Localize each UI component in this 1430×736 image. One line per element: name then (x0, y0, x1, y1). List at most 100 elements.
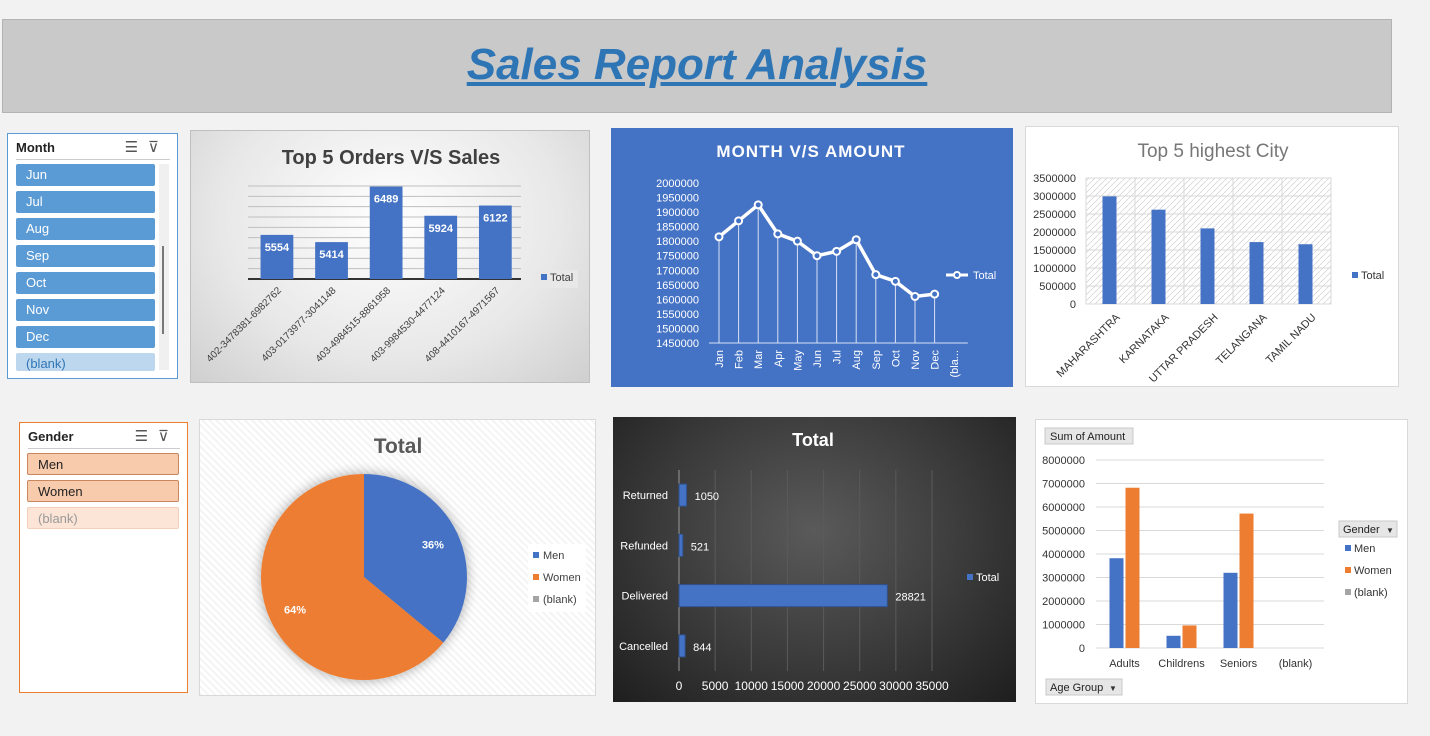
data-point (871, 270, 881, 280)
top5-city-svg: Top 5 highest City 3500000 3000000 2500000 2… (1033, 141, 1384, 385)
y-tick-label: 2000000 (1033, 227, 1076, 239)
x-tick-label: May (792, 350, 804, 371)
month-slicer-header: Month (16, 140, 55, 155)
status-bar-chart: Total 0 5000 10000 15000 20000 25000 30000 35000… (613, 417, 1016, 702)
gender-pie-chart: Total 36% 64% Men Women (blank) (199, 419, 596, 696)
x-tick-label: 10000 (735, 679, 769, 693)
slicer-divider (16, 159, 170, 160)
legend-label: Women (1354, 565, 1392, 577)
gender-pie-svg: Total 36% 64% Men Women (blank) (261, 435, 586, 680)
x-tick-label: 15000 (771, 679, 805, 693)
multi-select-icon[interactable]: ☰ (125, 139, 148, 156)
month-slicer-item[interactable]: Oct (16, 272, 155, 294)
x-tick-label: 25000 (843, 679, 877, 693)
y-tick-label: 2500000 (1033, 209, 1076, 221)
pie-group (261, 474, 467, 680)
data-point (930, 289, 940, 299)
data-point (812, 251, 822, 261)
month-slicer[interactable]: Month ☰⊽ Jun Jul Aug Sep Oct Nov Dec (blank) (7, 133, 178, 379)
bar (1151, 209, 1166, 304)
legend-label: Total (550, 272, 573, 284)
month-slicer-item[interactable]: Jun (16, 164, 155, 186)
data-label: 5414 (319, 249, 344, 261)
legend-label: Women (543, 572, 581, 584)
y-tick-label: Cancelled (619, 641, 668, 653)
bar (1249, 242, 1264, 304)
x-tick-label: Sep (871, 350, 883, 370)
month-slicer-item[interactable]: Jul (16, 191, 155, 213)
y-tick-label: 4000000 (1042, 549, 1085, 561)
bar (1223, 572, 1238, 648)
x-tick-label: Apr (773, 350, 785, 367)
x-tick-label: Mar (753, 350, 765, 369)
x-tick-label: Dec (930, 350, 942, 370)
series-line (717, 202, 935, 299)
data-point (753, 200, 763, 210)
y-tick-label: 8000000 (1042, 455, 1085, 467)
y-tick-label: 3000000 (1042, 573, 1085, 585)
data-label: 6122 (483, 213, 507, 225)
clear-filter-icon[interactable]: ⊽ (158, 428, 179, 445)
legend-marker (953, 271, 961, 279)
month-slicer-item[interactable]: Nov (16, 299, 155, 321)
x-tick-label: 5000 (702, 679, 729, 693)
multi-select-icon[interactable]: ☰ (135, 428, 158, 445)
data-point (773, 229, 783, 239)
legend-swatch (1352, 272, 1358, 278)
x-tick-label: 30000 (879, 679, 913, 693)
bar (1182, 625, 1197, 648)
scrollbar-thumb[interactable] (162, 246, 164, 334)
bar (1200, 228, 1215, 304)
data-label: 28821 (895, 592, 926, 604)
legend-label: Total (973, 270, 996, 282)
y-tick-label: 3000000 (1033, 191, 1076, 203)
gender-slicer-item[interactable]: Men (27, 453, 179, 475)
y-tick-label: 1900000 (656, 207, 699, 219)
x-tick-label: Jul (832, 350, 844, 364)
data-label: 36% (422, 540, 444, 552)
data-label: 521 (691, 541, 709, 553)
data-point (832, 246, 842, 256)
age-gender-chart[interactable]: Sum of Amount Age Group ▼ 8000000 7000000 600… (1035, 419, 1408, 704)
y-tick-label: 1000000 (1042, 620, 1085, 632)
slicer-controls[interactable]: ☰⊽ (125, 138, 169, 156)
x-tick-label: (blank) (1279, 658, 1313, 670)
month-amount-svg: MONTH V/S AMOUNT 2000000 1950000 1900000 185… (656, 142, 996, 378)
month-slicer-item[interactable]: (blank) (16, 353, 155, 371)
clear-filter-icon[interactable]: ⊽ (148, 139, 169, 156)
x-tick-label: Jun (812, 350, 824, 368)
bar (1239, 513, 1254, 648)
bar (1298, 244, 1313, 304)
legend-label: (blank) (543, 594, 577, 606)
top5-city-chart: Top 5 highest City 3500000 3000000 2500000 2… (1025, 126, 1399, 387)
legend-label: Men (543, 550, 564, 562)
y-tick-label: 1550000 (656, 309, 699, 321)
y-tick-label: 1450000 (656, 338, 699, 350)
bar (1102, 196, 1117, 304)
bar (678, 634, 686, 658)
bar (1125, 487, 1140, 648)
legend-swatch (1345, 567, 1351, 573)
legend-swatch (533, 596, 539, 602)
report-title: Sales Report Analysis (466, 40, 928, 89)
y-tick-label: 1850000 (656, 222, 699, 234)
slicer-controls[interactable]: ☰⊽ (135, 427, 179, 445)
y-tick-label: 1700000 (656, 265, 699, 277)
data-label: 6489 (374, 194, 398, 206)
month-slicer-item[interactable]: Dec (16, 326, 155, 348)
gender-slicer-item[interactable]: Women (27, 480, 179, 502)
x-tick-label: Oct (890, 350, 902, 367)
slicer-scrollbar[interactable] (159, 164, 169, 370)
x-tick-label: TELANGANA (1214, 311, 1270, 367)
gender-slicer-item[interactable]: (blank) (27, 507, 179, 529)
gender-slicer[interactable]: Gender ☰⊽ Men Women (blank) (19, 422, 188, 693)
month-slicer-item[interactable]: Aug (16, 218, 155, 240)
legend-swatch (1345, 589, 1351, 595)
data-label: 1050 (695, 491, 719, 503)
data-point (714, 232, 724, 242)
age-gender-svg: Sum of Amount Age Group ▼ 8000000 7000000 600… (1042, 427, 1398, 696)
month-slicer-item[interactable]: Sep (16, 245, 155, 267)
bar (1109, 558, 1124, 648)
y-tick-label: 7000000 (1042, 479, 1085, 491)
y-tick-label: Refunded (620, 540, 668, 552)
